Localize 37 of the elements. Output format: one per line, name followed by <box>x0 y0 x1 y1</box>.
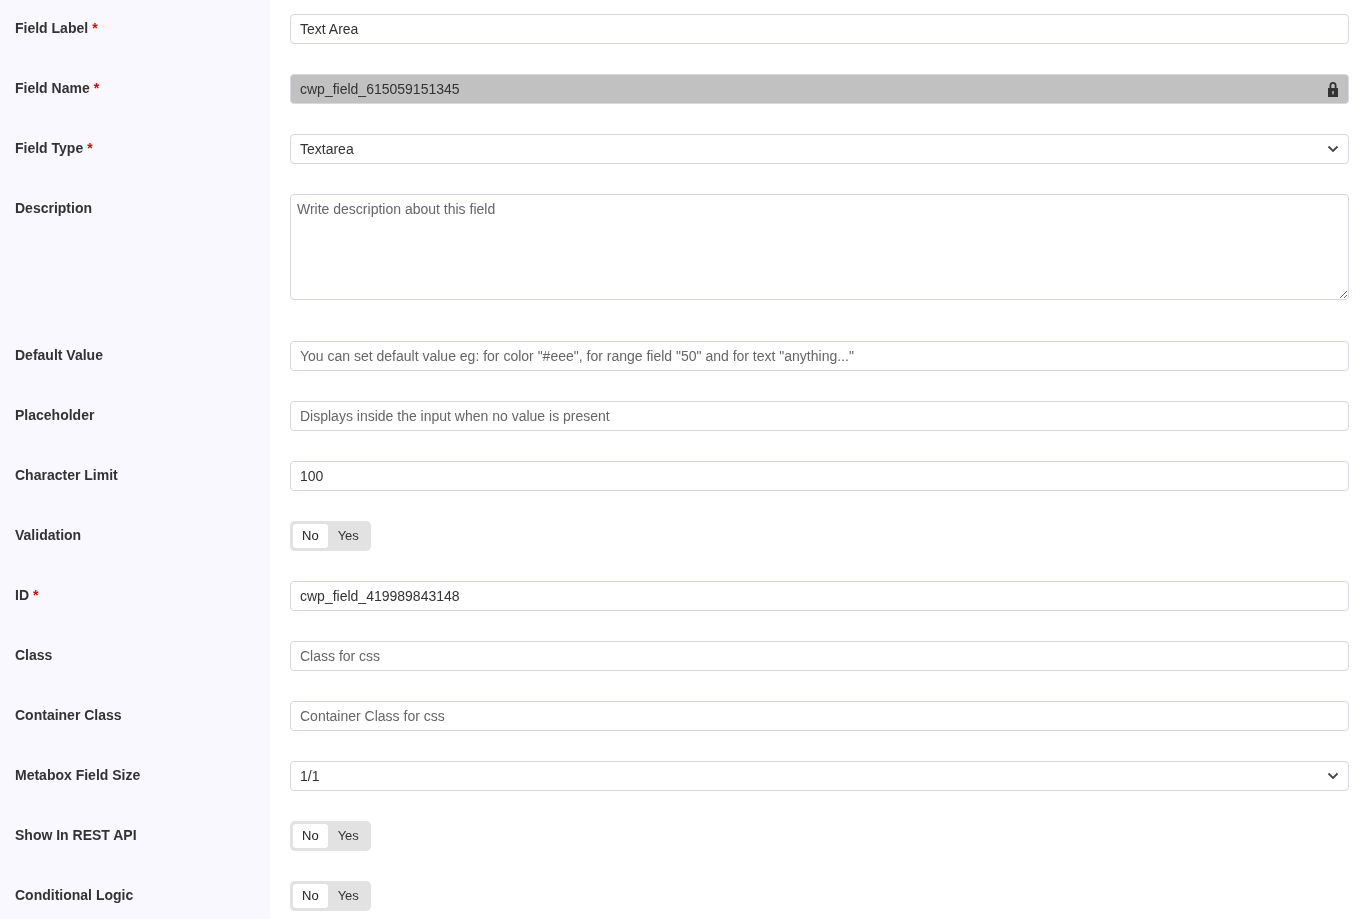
field-label: Character Limit <box>15 467 118 483</box>
toggle-option[interactable]: Yes <box>328 824 368 848</box>
field-label: Metabox Field Size <box>15 767 141 783</box>
field-label: Class <box>15 647 53 663</box>
text-field[interactable]: Text Area <box>290 14 1349 44</box>
field-label: Field Type * <box>15 140 93 156</box>
description-textarea[interactable]: Write description about this field <box>290 194 1349 300</box>
toggle-option[interactable]: No <box>293 824 328 848</box>
text-field[interactable]: Container Class for css <box>290 701 1349 731</box>
text-field[interactable]: Class for css <box>290 641 1349 671</box>
field-label: ID * <box>15 587 39 603</box>
toggle-option[interactable]: No <box>293 524 328 548</box>
locked-field[interactable]: cwp_field_615059151345 <box>290 74 1349 104</box>
text-field[interactable]: Displays inside the input when no value is present <box>290 401 1349 431</box>
field-label: Placeholder <box>15 407 95 423</box>
field-label: Description <box>15 200 92 216</box>
text-field[interactable]: 100 <box>290 461 1349 491</box>
toggle-option[interactable]: No <box>293 884 328 908</box>
field-label: Validation <box>15 527 82 543</box>
text-field[interactable]: You can set default value eg: for color "#eee", for range field "50" and for text "anything..." <box>290 341 1349 371</box>
yes-no-toggle[interactable]: No Yes <box>290 881 371 911</box>
select-field[interactable]: 1/1 <box>290 761 1349 791</box>
field-label: Show In REST API <box>15 827 137 843</box>
text-field[interactable]: cwp_field_419989843148 <box>290 581 1349 611</box>
select-field[interactable]: Textarea <box>290 134 1349 164</box>
yes-no-toggle[interactable]: No Yes <box>290 821 371 851</box>
toggle-option[interactable]: Yes <box>328 884 368 908</box>
toggle-option[interactable]: Yes <box>328 524 368 548</box>
yes-no-toggle[interactable]: No Yes <box>290 521 371 551</box>
field-label: Conditional Logic <box>15 887 134 903</box>
chevron-down-icon <box>1327 145 1339 153</box>
chevron-down-icon <box>1327 772 1339 780</box>
field-label: Field Label * <box>15 20 98 36</box>
lock-icon <box>1327 81 1339 97</box>
field-label: Container Class <box>15 707 122 723</box>
field-label: Field Name * <box>15 80 100 96</box>
field-label: Default Value <box>15 347 103 363</box>
